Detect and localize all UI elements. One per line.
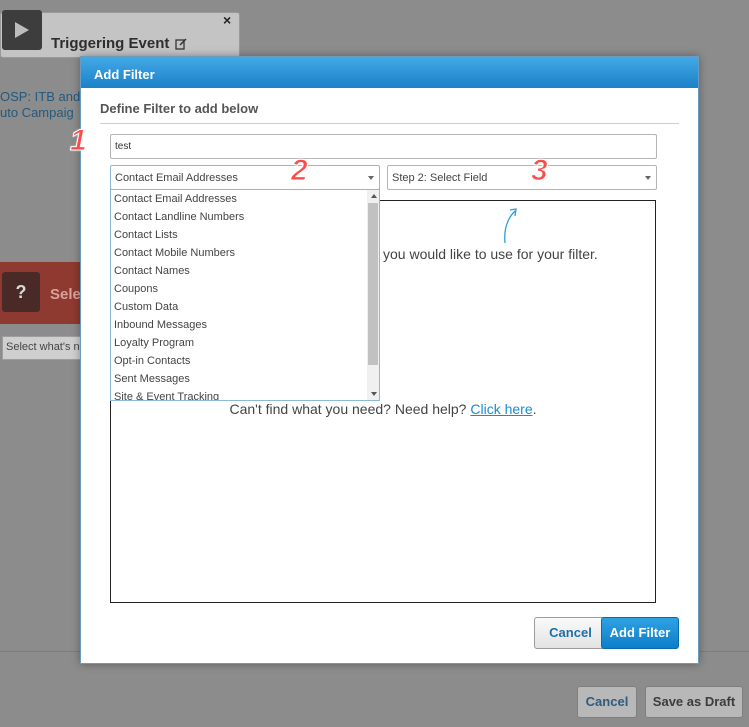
- dropdown-scrollbar[interactable]: [367, 190, 379, 400]
- edit-icon[interactable]: [175, 37, 187, 55]
- help-row: Can't find what you need? Need help? Cli…: [111, 401, 655, 417]
- filter-field-select-value: Step 2: Select Field: [392, 172, 488, 184]
- save-draft-button[interactable]: Save as Draft: [645, 686, 743, 718]
- filter-type-select-value: Contact Email Addresses: [115, 172, 238, 184]
- trigger-title: Triggering Event: [51, 35, 170, 52]
- filter-type-select[interactable]: Contact Email Addresses: [110, 165, 380, 190]
- cancel-button[interactable]: Cancel: [534, 617, 607, 649]
- dropdown-option[interactable]: Coupons: [111, 280, 379, 298]
- filter-name-input[interactable]: [110, 134, 657, 159]
- play-icon[interactable]: [2, 10, 42, 50]
- select-step-label: Sele: [50, 286, 81, 303]
- modal-title: Add Filter: [81, 57, 698, 88]
- help-link[interactable]: Click here: [470, 401, 532, 417]
- chevron-down-icon: [368, 176, 374, 180]
- dropdown-option[interactable]: Contact Landline Numbers: [111, 208, 379, 226]
- filter-type-dropdown[interactable]: Contact Email Addresses Contact Landline …: [110, 189, 380, 401]
- dropdown-option[interactable]: Inbound Messages: [111, 316, 379, 334]
- scroll-up-icon[interactable]: [371, 194, 377, 198]
- campaign-links[interactable]: OSP: ITB and uto Campaig: [0, 89, 80, 121]
- dropdown-option[interactable]: Contact Lists: [111, 226, 379, 244]
- help-period: .: [532, 401, 537, 417]
- help-text: Can't find what you need? Need help?: [229, 401, 467, 417]
- annotation-3: 3: [531, 154, 549, 188]
- scroll-down-icon[interactable]: [371, 392, 377, 396]
- filter-field-select[interactable]: Step 2: Select Field: [387, 165, 657, 190]
- dropdown-list: Contact Email Addresses Contact Landline …: [111, 190, 379, 400]
- annotation-1: 1: [70, 124, 88, 158]
- dropdown-option[interactable]: Contact Email Addresses: [111, 190, 379, 208]
- hint-text: you would like to use for your filter.: [383, 246, 598, 262]
- dropdown-option[interactable]: Sent Messages: [111, 370, 379, 388]
- curved-arrow-icon: [504, 208, 517, 244]
- divider: [100, 123, 679, 124]
- annotation-2: 2: [291, 154, 309, 188]
- close-icon[interactable]: ×: [223, 12, 231, 28]
- campaign-link-2[interactable]: uto Campaig: [0, 105, 80, 121]
- dropdown-option[interactable]: Custom Data: [111, 298, 379, 316]
- chevron-down-icon: [645, 176, 651, 180]
- scroll-thumb[interactable]: [368, 203, 378, 365]
- add-filter-modal: Add Filter Define Filter to add below Co…: [80, 56, 699, 664]
- dropdown-option[interactable]: Loyalty Program: [111, 334, 379, 352]
- dropdown-option[interactable]: Contact Mobile Numbers: [111, 244, 379, 262]
- add-filter-button[interactable]: Add Filter: [601, 617, 679, 649]
- page-cancel-button[interactable]: Cancel: [577, 686, 637, 718]
- question-icon: ?: [2, 272, 40, 312]
- campaign-link-1[interactable]: OSP: ITB and: [0, 89, 80, 105]
- dropdown-option[interactable]: Opt-in Contacts: [111, 352, 379, 370]
- dropdown-option[interactable]: Contact Names: [111, 262, 379, 280]
- next-step-select[interactable]: Select what's ne: [2, 336, 82, 360]
- dropdown-option[interactable]: Site & Event Tracking: [111, 388, 379, 400]
- modal-subtitle: Define Filter to add below: [100, 101, 259, 116]
